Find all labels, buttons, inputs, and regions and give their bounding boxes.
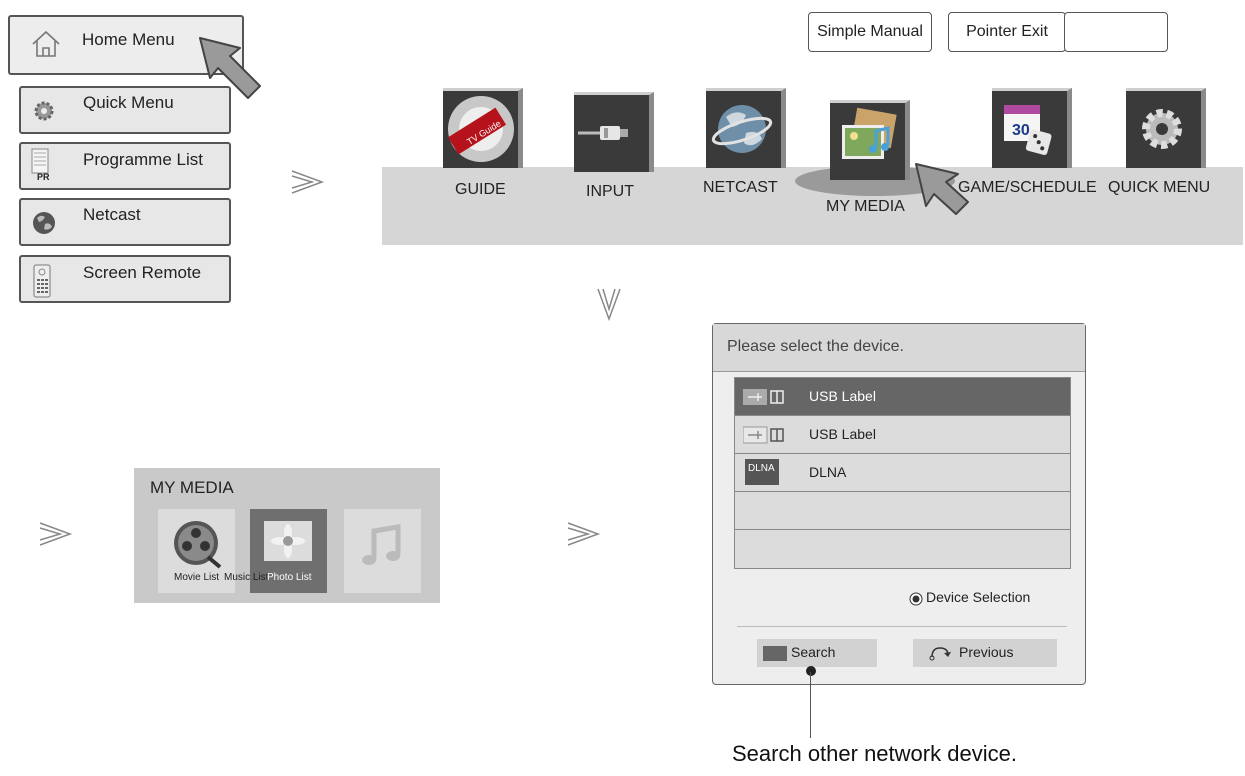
netcast-label: Netcast [83,205,141,224]
device-row-usb-1[interactable]: USB Label [735,378,1070,416]
red-key-icon [763,646,787,661]
pointer-cursor-icon [199,37,261,99]
device-row-usb-2[interactable]: USB Label [735,416,1070,454]
launcher-label-quick-menu: QUICK MENU [1108,179,1211,196]
launcher-label-game-schedule: GAME/SCHEDULE [958,179,1097,196]
usb-icon [742,426,785,449]
dialog-title: Please select the device. [727,338,904,355]
music-list-caption: Music List [224,572,269,583]
launcher-label-input: INPUT [586,183,634,200]
programme-list-icon: PR [31,148,57,186]
launcher-label-netcast: NETCAST [703,179,778,196]
dialog-header: Please select the device. [713,324,1085,372]
music-note-icon [362,524,401,565]
dlna-badge: DLNA [748,463,775,474]
calendar-icon: 30 [1004,105,1052,156]
gear-icon [1142,109,1182,149]
device-label: USB Label [809,388,876,404]
music-list-item[interactable] [344,509,421,593]
device-list: USB Label USB Label DLNA DLNA [734,377,1071,569]
radio-selected-icon [909,592,923,611]
usb-icon [743,388,785,411]
launcher-item-input[interactable] [574,92,654,172]
globe-icon [711,105,773,153]
launcher-label-guide: GUIDE [455,181,506,198]
device-label: USB Label [809,426,876,442]
pointer-exit-button[interactable]: Pointer Exit [948,12,1066,52]
dlna-icon: DLNA [745,459,779,485]
screen-remote-button[interactable]: Screen Remote [19,255,231,303]
launcher-label-my-media: MY MEDIA [826,198,905,215]
photo-list-caption: Photo List [267,572,312,583]
launcher-item-game-schedule[interactable]: 30 [992,88,1072,168]
remote-icon [33,264,51,303]
callout-line [810,672,811,738]
device-label: DLNA [809,464,847,480]
launcher-item-quick-menu[interactable] [1126,88,1206,168]
search-label: Search [791,644,836,660]
launcher-item-my-media[interactable] [830,100,910,180]
chevron-right-icon [566,519,602,555]
launcher-item-guide[interactable]: TV Guide [443,88,523,168]
previous-label: Previous [959,644,1014,660]
home-menu-label: Home Menu [82,30,175,49]
callout-text: Search other network device. [732,741,1017,766]
gear-icon [31,98,57,129]
chevron-right-icon [290,167,326,203]
chevron-right-icon [38,519,74,555]
blank-button[interactable] [1064,12,1168,52]
netcast-button[interactable]: Netcast [19,198,231,246]
tv-guide-icon: TV Guide [447,96,514,162]
pr-badge: PR [37,172,50,182]
film-reel-icon [174,521,222,569]
device-selection-label: Device Selection [926,589,1031,605]
device-select-dialog: Please select the device. USB Label USB … [712,323,1086,685]
chevron-down-icon [594,287,624,329]
my-media-icon [842,107,897,159]
device-row-empty [735,492,1070,530]
quick-menu-label: Quick Menu [83,93,174,112]
search-button[interactable]: Search [757,639,877,667]
my-media-panel: MY MEDIA Movie List Music List Photo Lis… [134,468,440,603]
programme-list-button[interactable]: PR Programme List [19,142,231,190]
device-row-dlna[interactable]: DLNA DLNA [735,454,1070,492]
previous-button[interactable]: Previous [913,639,1057,667]
programme-list-label: Programme List [83,150,203,169]
movie-list-caption: Movie List [174,572,220,583]
globe-icon [31,210,57,241]
device-row-empty [735,530,1070,568]
simple-manual-button[interactable]: Simple Manual [808,12,932,52]
back-arrow-icon [929,645,951,664]
my-media-title: MY MEDIA [150,478,234,497]
screen-remote-label: Screen Remote [83,263,202,282]
input-cable-icon [578,126,628,140]
divider [737,626,1067,627]
photo-icon [264,521,312,561]
callout-dot [806,666,816,676]
svg-text:30: 30 [1012,122,1030,139]
home-icon [30,29,62,64]
launcher-item-netcast[interactable] [706,88,786,168]
